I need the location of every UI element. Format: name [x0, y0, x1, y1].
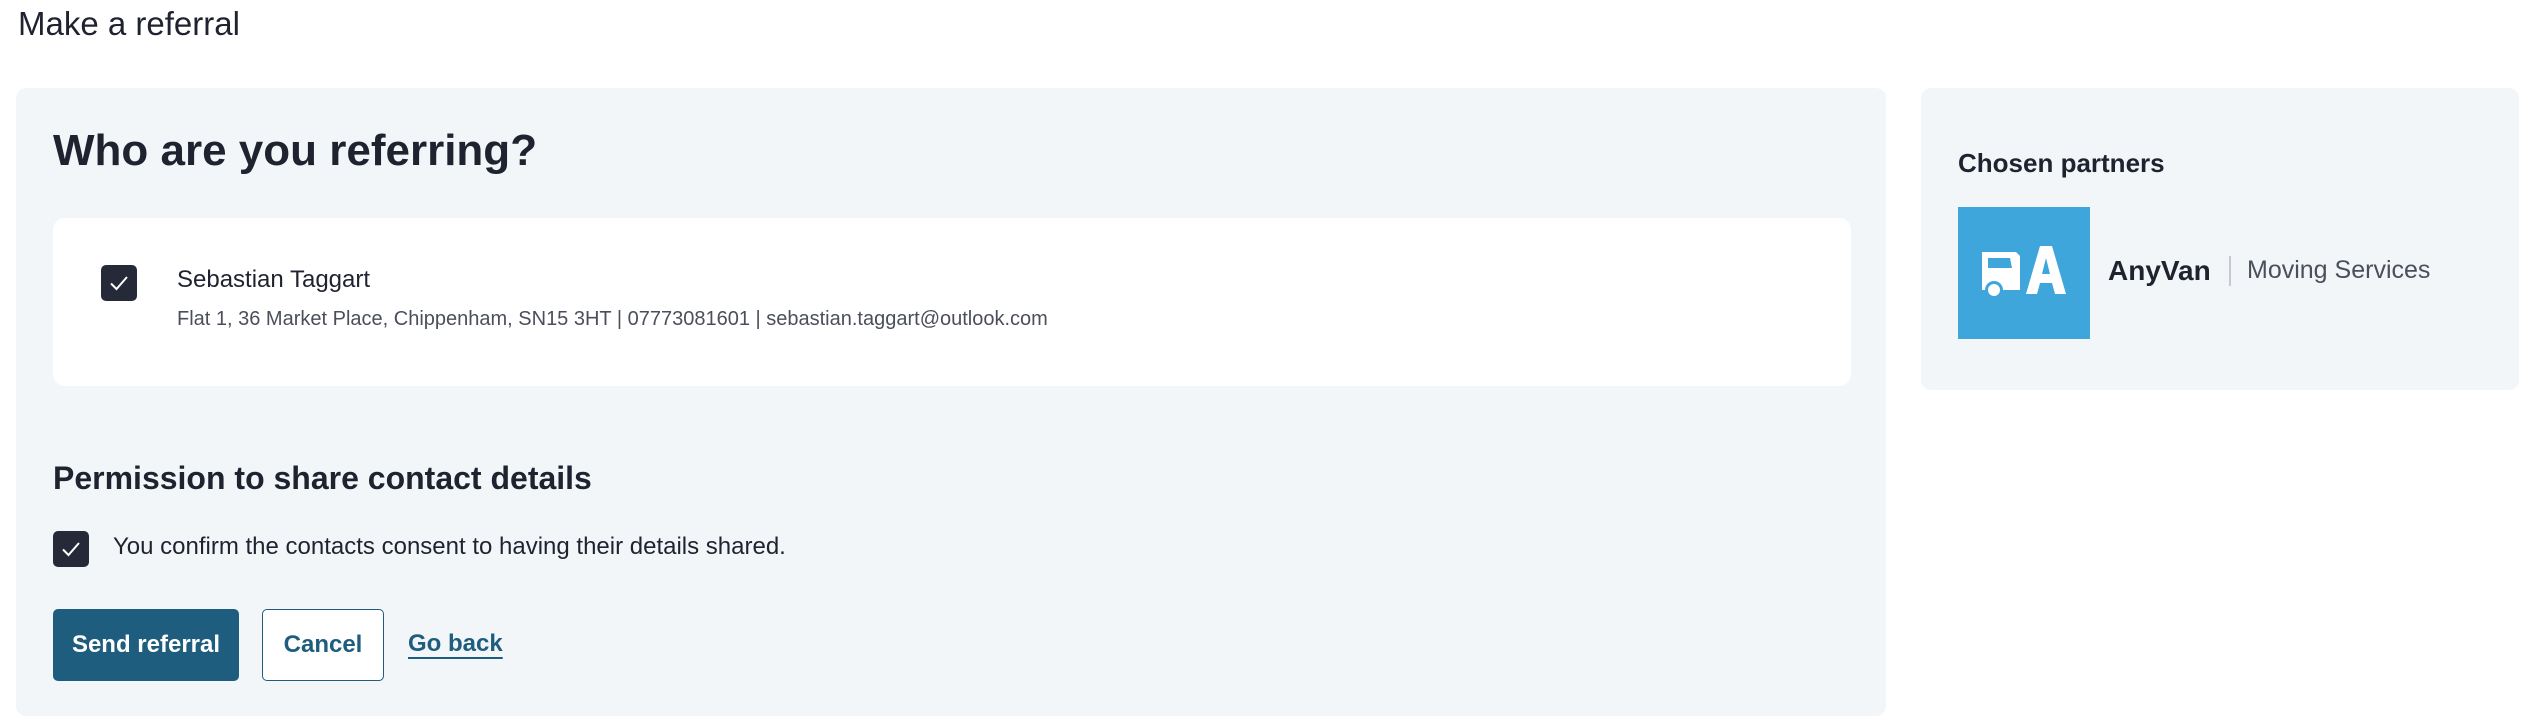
checkmark-icon [110, 276, 128, 291]
consent-label[interactable]: You confirm the contacts consent to havi… [113, 533, 786, 561]
contact-details: Flat 1, 36 Market Place, Chippenham, SN1… [177, 308, 1048, 330]
partner-divider [2229, 256, 2231, 286]
anyvan-logo-icon [1958, 207, 2090, 339]
cancel-button[interactable]: Cancel [262, 609, 384, 681]
checkmark-icon [62, 542, 80, 557]
referral-heading: Who are you referring? [53, 126, 538, 175]
partner-service: Moving Services [2247, 256, 2431, 284]
go-back-link[interactable]: Go back [408, 630, 503, 658]
consent-checkbox[interactable] [53, 531, 89, 567]
send-referral-button[interactable]: Send referral [53, 609, 239, 681]
contact-name: Sebastian Taggart [177, 266, 371, 293]
partner-name: AnyVan [2108, 255, 2211, 286]
permission-heading: Permission to share contact details [53, 460, 592, 496]
van-logo-icon [1982, 246, 2066, 299]
referral-form-card: Who are you referring? Sebastian Taggart… [16, 88, 1886, 716]
contact-checkbox[interactable] [101, 265, 137, 301]
chosen-partners-heading: Chosen partners [1958, 148, 2165, 178]
contact-card[interactable]: Sebastian Taggart Flat 1, 36 Market Plac… [53, 218, 1851, 386]
page-title: Make a referral [18, 5, 240, 42]
chosen-partners-card: Chosen partners AnyVan Moving Services [1921, 88, 2519, 390]
